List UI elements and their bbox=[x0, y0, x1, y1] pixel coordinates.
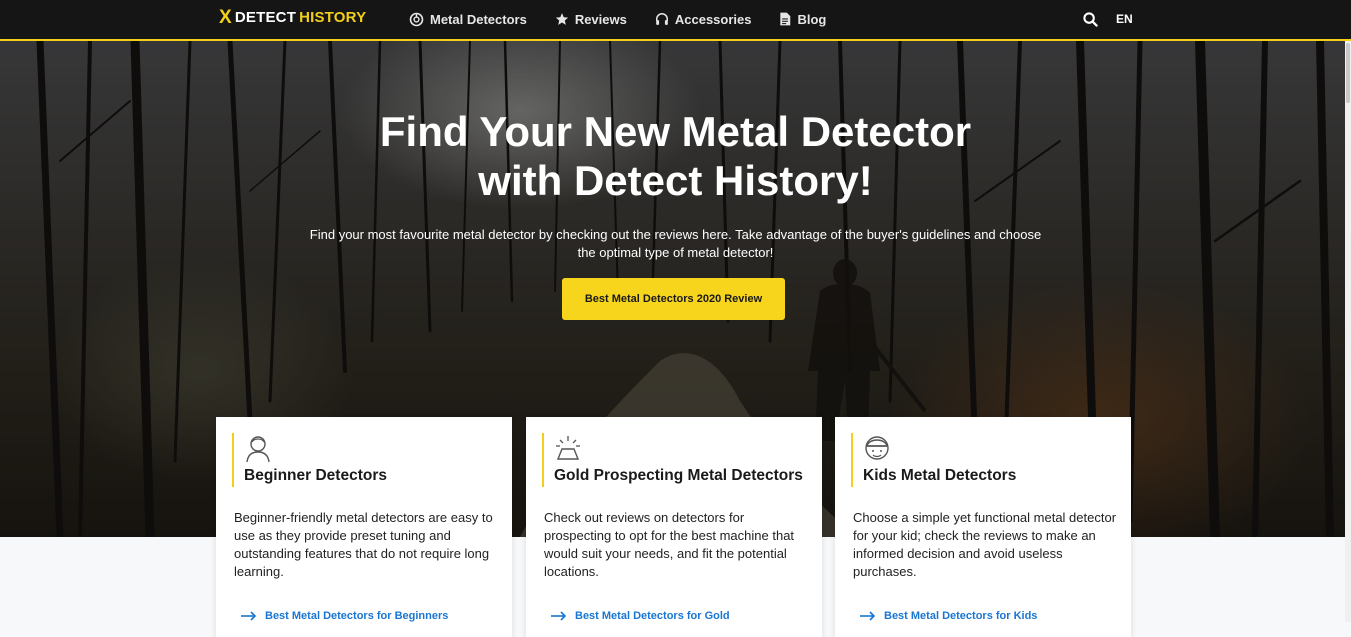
card-link-beginners[interactable]: Best Metal Detectors for Beginners bbox=[241, 610, 448, 622]
page-scrollbar-track[interactable] bbox=[1345, 41, 1351, 622]
nav-utilities: EN bbox=[1083, 0, 1133, 38]
card-title: Beginner Detectors bbox=[244, 467, 387, 484]
menu-item-label: Blog bbox=[797, 11, 827, 27]
best-detectors-review-button[interactable]: Best Metal Detectors 2020 Review bbox=[562, 278, 785, 320]
hero-title-line-1: Find Your New Metal Detector bbox=[379, 108, 972, 155]
card-link-label: Best Metal Detectors for Kids bbox=[884, 610, 1038, 622]
arrow-right-icon bbox=[241, 611, 257, 621]
page-scrollbar-thumb[interactable] bbox=[1346, 43, 1350, 103]
card-link-label: Best Metal Detectors for Beginners bbox=[265, 610, 449, 622]
card-title: Gold Prospecting Metal Detectors bbox=[554, 467, 803, 484]
hero-title: Find Your New Metal Detector with Detect… bbox=[0, 107, 1351, 205]
card-description: Beginner-friendly metal detectors are ea… bbox=[234, 510, 493, 579]
arrow-right-icon bbox=[551, 611, 567, 621]
hero-subtitle: Find your most favourite metal detector … bbox=[309, 227, 1042, 260]
menu-item-accessories[interactable]: Accessories bbox=[655, 11, 752, 27]
top-navbar: X DETECT HISTORY Metal Detectors Reviews… bbox=[0, 0, 1351, 41]
menu-item-blog[interactable]: Blog bbox=[779, 12, 826, 27]
card-link-kids[interactable]: Best Metal Detectors for Kids bbox=[860, 610, 1037, 622]
menu-item-label: Reviews bbox=[574, 11, 627, 27]
gold-bar-icon bbox=[556, 436, 580, 460]
category-card-beginner: Beginner Detectors Beginner-friendly met… bbox=[216, 417, 512, 637]
category-card-gold: Gold Prospecting Metal Detectors Check o… bbox=[526, 417, 822, 637]
detector-icon bbox=[409, 12, 424, 26]
logo-brand-history: HISTORY bbox=[299, 9, 367, 26]
hero-title-line-2: with Detect History! bbox=[478, 157, 873, 204]
logo-brand-detect: DETECT bbox=[234, 9, 297, 26]
main-menu: Metal Detectors Reviews Accessories Blog bbox=[409, 0, 826, 38]
card-accent-bar bbox=[851, 433, 853, 487]
card-link-gold[interactable]: Best Metal Detectors for Gold bbox=[551, 610, 730, 622]
logo-mark: X bbox=[219, 7, 232, 28]
menu-item-metal-detectors[interactable]: Metal Detectors bbox=[409, 12, 527, 27]
category-card-kids: Kids Metal Detectors Choose a simple yet… bbox=[835, 417, 1131, 637]
headphones-icon bbox=[655, 13, 668, 25]
document-icon bbox=[780, 12, 791, 26]
person-icon bbox=[246, 436, 270, 463]
card-title: Kids Metal Detectors bbox=[863, 467, 1017, 484]
language-switcher[interactable]: EN bbox=[1116, 12, 1133, 26]
card-description: Choose a simple yet functional metal det… bbox=[853, 510, 1117, 579]
card-link-label: Best Metal Detectors for Gold bbox=[575, 610, 730, 622]
menu-item-label: Metal Detectors bbox=[430, 11, 527, 27]
search-icon[interactable] bbox=[1083, 11, 1098, 27]
arrow-right-icon bbox=[860, 611, 876, 621]
site-logo[interactable]: X DETECT HISTORY bbox=[219, 8, 366, 27]
star-icon bbox=[555, 13, 568, 25]
menu-item-label: Accessories bbox=[674, 11, 752, 27]
kid-helmet-icon bbox=[865, 436, 889, 460]
card-accent-bar bbox=[542, 433, 544, 487]
card-accent-bar bbox=[232, 433, 234, 487]
card-description: Check out reviews on detectors for prosp… bbox=[544, 510, 795, 579]
menu-item-reviews[interactable]: Reviews bbox=[555, 12, 627, 27]
